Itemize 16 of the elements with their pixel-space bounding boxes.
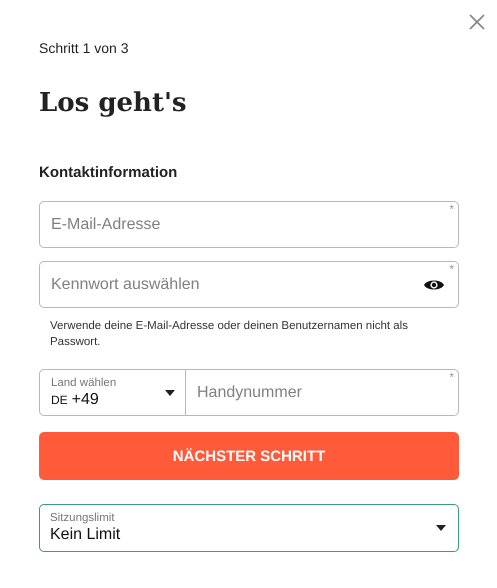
page-title: Los geht's: [39, 87, 188, 120]
password-input[interactable]: Kennwort auswählen: [40, 262, 424, 307]
eye-icon[interactable]: [424, 278, 444, 292]
caret-icon: [165, 390, 175, 396]
password-hint: Verwende deine E-Mail-Adresse oder deinen Benutzernamen nicht als Passwort.: [49, 319, 409, 350]
section-heading: Kontaktinformation: [39, 163, 178, 183]
required-mark: *: [449, 370, 454, 384]
session-limit-select[interactable]: Sitzungslimit Kein Limit: [39, 504, 459, 552]
required-mark: *: [449, 202, 454, 216]
required-mark: *: [449, 262, 454, 276]
country-select[interactable]: Land wählen DE +49: [40, 370, 186, 415]
close-icon: [467, 12, 487, 32]
caret-icon: [436, 525, 446, 531]
step-indicator: Schritt 1 von 3: [39, 39, 130, 58]
phone-field[interactable]: Land wählen DE +49 Handynummer *: [39, 369, 459, 416]
close-button[interactable]: [467, 12, 487, 32]
